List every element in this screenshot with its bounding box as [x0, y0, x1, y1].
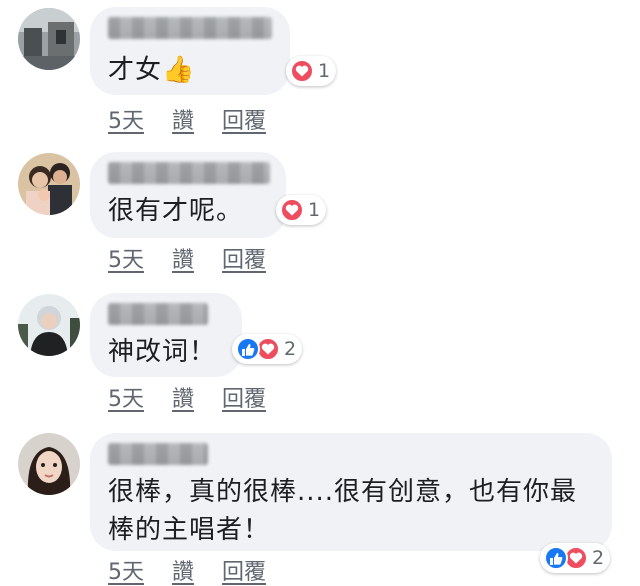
like-link[interactable]: 讚	[172, 242, 222, 274]
comment-bubble: 很有才呢。	[90, 152, 286, 238]
reaction-count: 1	[308, 199, 321, 221]
timestamp-link[interactable]: 5天	[108, 381, 172, 413]
thumbs-up-icon	[236, 337, 260, 361]
comment-bubble: 很棒，真的很棒....很有创意，也有你最 棒的主唱者！	[90, 433, 612, 551]
comment-actions: 5天 讚 回覆	[108, 242, 266, 274]
comment-text: 才女👍	[108, 55, 196, 85]
reaction-count: 2	[284, 338, 297, 360]
author-name-redacted[interactable]	[108, 162, 270, 184]
comment-actions: 5天 讚 回覆	[108, 554, 266, 586]
reply-link[interactable]: 回覆	[222, 242, 266, 274]
like-link[interactable]: 讚	[172, 381, 222, 413]
heart-icon	[280, 198, 304, 222]
like-link[interactable]: 讚	[172, 554, 222, 586]
author-name-redacted[interactable]	[108, 443, 208, 465]
reply-link[interactable]: 回覆	[222, 103, 266, 135]
comment-actions: 5天 讚 回覆	[108, 381, 266, 413]
comment-text: 很有才呢。	[108, 196, 244, 226]
reaction-count: 1	[318, 60, 331, 82]
comment-actions: 5天 讚 回覆	[108, 103, 266, 135]
reply-link[interactable]: 回覆	[222, 381, 266, 413]
reply-link[interactable]: 回覆	[222, 554, 266, 586]
timestamp-link[interactable]: 5天	[108, 554, 172, 586]
author-name-redacted[interactable]	[108, 303, 208, 325]
timestamp-link[interactable]: 5天	[108, 242, 172, 274]
avatar[interactable]	[18, 8, 80, 70]
timestamp-link[interactable]: 5天	[108, 103, 172, 135]
reaction-badge[interactable]: 1	[276, 195, 327, 225]
reaction-badge[interactable]: 2	[540, 543, 611, 573]
heart-icon	[290, 59, 314, 83]
author-name-redacted[interactable]	[108, 17, 272, 39]
comment-text: 神改词！	[108, 337, 217, 367]
comment-bubble: 神改词！	[90, 293, 242, 377]
reaction-count: 2	[592, 547, 605, 569]
avatar[interactable]	[18, 294, 80, 356]
reaction-badge[interactable]: 1	[286, 56, 337, 86]
like-link[interactable]: 讚	[172, 103, 222, 135]
avatar[interactable]	[18, 433, 80, 495]
comment-bubble: 才女👍	[90, 7, 290, 95]
avatar[interactable]	[18, 153, 80, 215]
thumbs-up-icon	[544, 546, 568, 570]
comment-text: 很棒，真的很棒....很有创意，也有你最 棒的主唱者！	[108, 477, 578, 545]
reaction-badge[interactable]: 2	[232, 334, 303, 364]
